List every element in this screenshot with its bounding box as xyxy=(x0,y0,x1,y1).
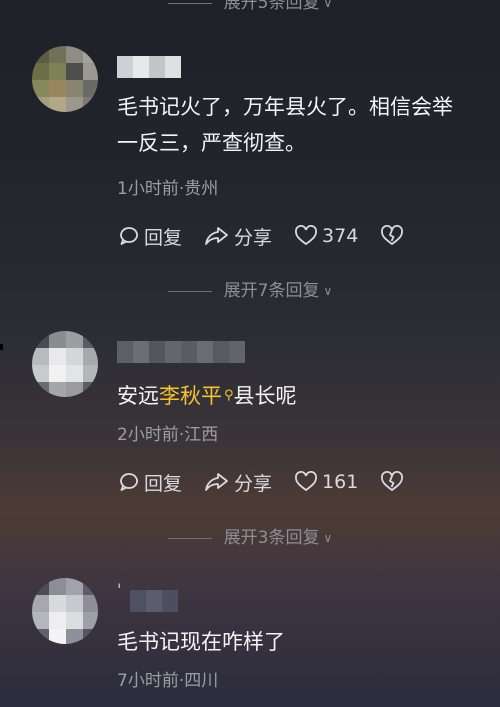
reply-button[interactable]: 回复 xyxy=(118,223,182,250)
share-button[interactable]: 分享 xyxy=(204,469,272,496)
comment-text-before: 安远 xyxy=(117,384,159,408)
heart-icon xyxy=(295,225,317,246)
username-blurred[interactable] xyxy=(117,341,245,363)
reply-bubble-icon xyxy=(120,473,138,491)
broken-heart-icon xyxy=(381,225,404,245)
expand-label: 展开7条回复 xyxy=(223,281,320,301)
comment-text: 毛书记现在咋样了 xyxy=(117,630,285,654)
like-count: 161 xyxy=(322,471,359,493)
comment-text: 毛书记火了，万年县火了。相信会举 一反三，严查彻查。 xyxy=(117,89,487,161)
reply-button[interactable]: 回复 xyxy=(118,469,182,496)
broken-heart-icon xyxy=(381,471,404,491)
expand-label: 展开3条回复 xyxy=(223,528,320,548)
avatar[interactable] xyxy=(32,331,98,397)
avatar[interactable] xyxy=(32,46,98,112)
share-arrow-icon xyxy=(205,227,228,245)
dislike-button[interactable] xyxy=(380,471,408,493)
edge-marker xyxy=(0,344,3,350)
reply-label: 回复 xyxy=(144,472,183,495)
heart-icon xyxy=(295,471,317,492)
avatar[interactable] xyxy=(32,578,98,644)
comment-meta: 7小时前·四川 xyxy=(117,671,219,691)
expand-replies[interactable]: 展开7条回复 ∨ xyxy=(0,279,500,303)
share-label: 分享 xyxy=(234,226,273,249)
comment-text-after: 县长呢 xyxy=(233,384,297,408)
divider-line xyxy=(167,537,212,539)
like-count: 374 xyxy=(322,225,359,247)
dislike-button[interactable] xyxy=(380,225,408,247)
chevron-down-icon: ∨ xyxy=(323,284,333,298)
share-button[interactable]: 分享 xyxy=(204,223,272,250)
chevron-down-icon: ∨ xyxy=(323,0,333,10)
comment-text: 安远李秋平 ⚲县长呢 xyxy=(117,378,487,414)
divider-line xyxy=(167,2,212,4)
reply-bubble-icon xyxy=(120,227,138,245)
comment-actions: 回复 分享 161 xyxy=(118,467,430,497)
mention-link[interactable]: 李秋平 ⚲ xyxy=(159,384,234,408)
comment-text-line: 毛书记火了，万年县火了。相信会举 xyxy=(117,95,453,119)
share-label: 分享 xyxy=(234,472,273,495)
expand-replies[interactable]: 展开3条回复 ∨ xyxy=(0,526,500,550)
username-blurred[interactable] xyxy=(117,56,181,78)
comment-meta: 1小时前·贵州 xyxy=(117,179,219,199)
username-blurred[interactable] xyxy=(130,590,178,612)
username-fragment[interactable]: ' xyxy=(117,580,121,599)
reply-label: 回复 xyxy=(144,226,183,249)
chevron-down-icon: ∨ xyxy=(323,531,333,545)
expand-replies-top[interactable]: 展开5条回复 ∨ xyxy=(0,0,500,15)
divider-line xyxy=(167,290,212,292)
share-arrow-icon xyxy=(205,473,228,491)
mention-name: 李秋平 xyxy=(159,384,222,408)
search-icon: ⚲ xyxy=(224,388,234,403)
comment-text-line: 一反三，严查彻查。 xyxy=(117,131,306,155)
comment-actions: 回复 分享 374 xyxy=(118,221,430,251)
like-button[interactable]: 161 xyxy=(294,471,358,493)
like-button[interactable]: 374 xyxy=(294,225,358,247)
expand-label: 展开5条回复 xyxy=(223,0,320,13)
comment-meta: 2小时前·江西 xyxy=(117,425,219,445)
